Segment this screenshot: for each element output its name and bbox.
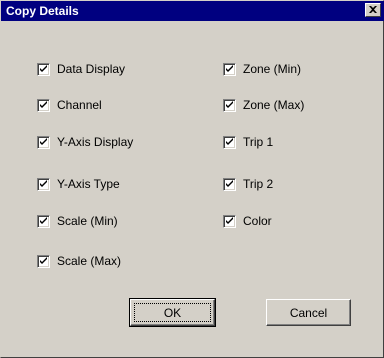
data-display-checkbox[interactable] xyxy=(37,62,50,76)
scale-min-label: Scale (Min) xyxy=(57,214,118,228)
window-title: Copy Details xyxy=(6,4,79,18)
cancel-button[interactable]: Cancel xyxy=(266,299,351,326)
trip-2-label: Trip 2 xyxy=(243,177,274,191)
option-trip-1[interactable]: Trip 1 xyxy=(223,134,273,150)
copy-details-dialog: Copy Details Data Display Channel Y-Axis… xyxy=(0,0,384,358)
checkmark-icon xyxy=(40,256,47,264)
option-color[interactable]: Color xyxy=(223,213,272,229)
cancel-button-label: Cancel xyxy=(289,305,328,320)
color-checkbox[interactable] xyxy=(223,214,236,228)
close-button[interactable] xyxy=(365,3,381,17)
checkmark-icon xyxy=(226,216,233,224)
checkmark-icon xyxy=(226,179,233,187)
data-display-label: Data Display xyxy=(57,62,126,76)
option-data-display[interactable]: Data Display xyxy=(37,61,125,77)
option-zone-max[interactable]: Zone (Max) xyxy=(223,97,304,113)
option-scale-min[interactable]: Scale (Min) xyxy=(37,213,118,229)
option-scale-max[interactable]: Scale (Max) xyxy=(37,253,121,269)
scale-max-checkbox[interactable] xyxy=(37,254,50,268)
y-axis-type-label: Y-Axis Type xyxy=(57,177,120,191)
trip-2-checkbox[interactable] xyxy=(223,177,236,191)
zone-max-checkbox[interactable] xyxy=(223,98,236,112)
option-trip-2[interactable]: Trip 2 xyxy=(223,176,273,192)
zone-max-label: Zone (Max) xyxy=(243,98,305,112)
option-y-axis-display[interactable]: Y-Axis Display xyxy=(37,134,133,150)
checkmark-icon xyxy=(40,137,47,145)
scale-min-checkbox[interactable] xyxy=(37,214,50,228)
close-icon xyxy=(369,6,377,13)
channel-label: Channel xyxy=(57,98,102,112)
zone-min-label: Zone (Min) xyxy=(243,62,302,76)
checkmark-icon xyxy=(226,64,233,72)
checkmark-icon xyxy=(40,64,47,72)
zone-min-checkbox[interactable] xyxy=(223,62,236,76)
option-y-axis-type[interactable]: Y-Axis Type xyxy=(37,176,120,192)
checkmark-icon xyxy=(226,137,233,145)
y-axis-type-checkbox[interactable] xyxy=(37,177,50,191)
focus-rectangle xyxy=(134,303,211,322)
option-channel[interactable]: Channel xyxy=(37,97,102,113)
checkmark-icon xyxy=(40,100,47,108)
y-axis-display-label: Y-Axis Display xyxy=(57,135,134,149)
option-zone-min[interactable]: Zone (Min) xyxy=(223,61,301,77)
checkmark-icon xyxy=(226,100,233,108)
checkmark-icon xyxy=(40,179,47,187)
trip-1-label: Trip 1 xyxy=(243,135,274,149)
scale-max-label: Scale (Max) xyxy=(57,254,122,268)
title-bar[interactable]: Copy Details xyxy=(1,1,384,21)
ok-button[interactable]: OK xyxy=(129,298,216,327)
color-label: Color xyxy=(243,214,272,228)
y-axis-display-checkbox[interactable] xyxy=(37,135,50,149)
channel-checkbox[interactable] xyxy=(37,98,50,112)
trip-1-checkbox[interactable] xyxy=(223,135,236,149)
checkmark-icon xyxy=(40,216,47,224)
